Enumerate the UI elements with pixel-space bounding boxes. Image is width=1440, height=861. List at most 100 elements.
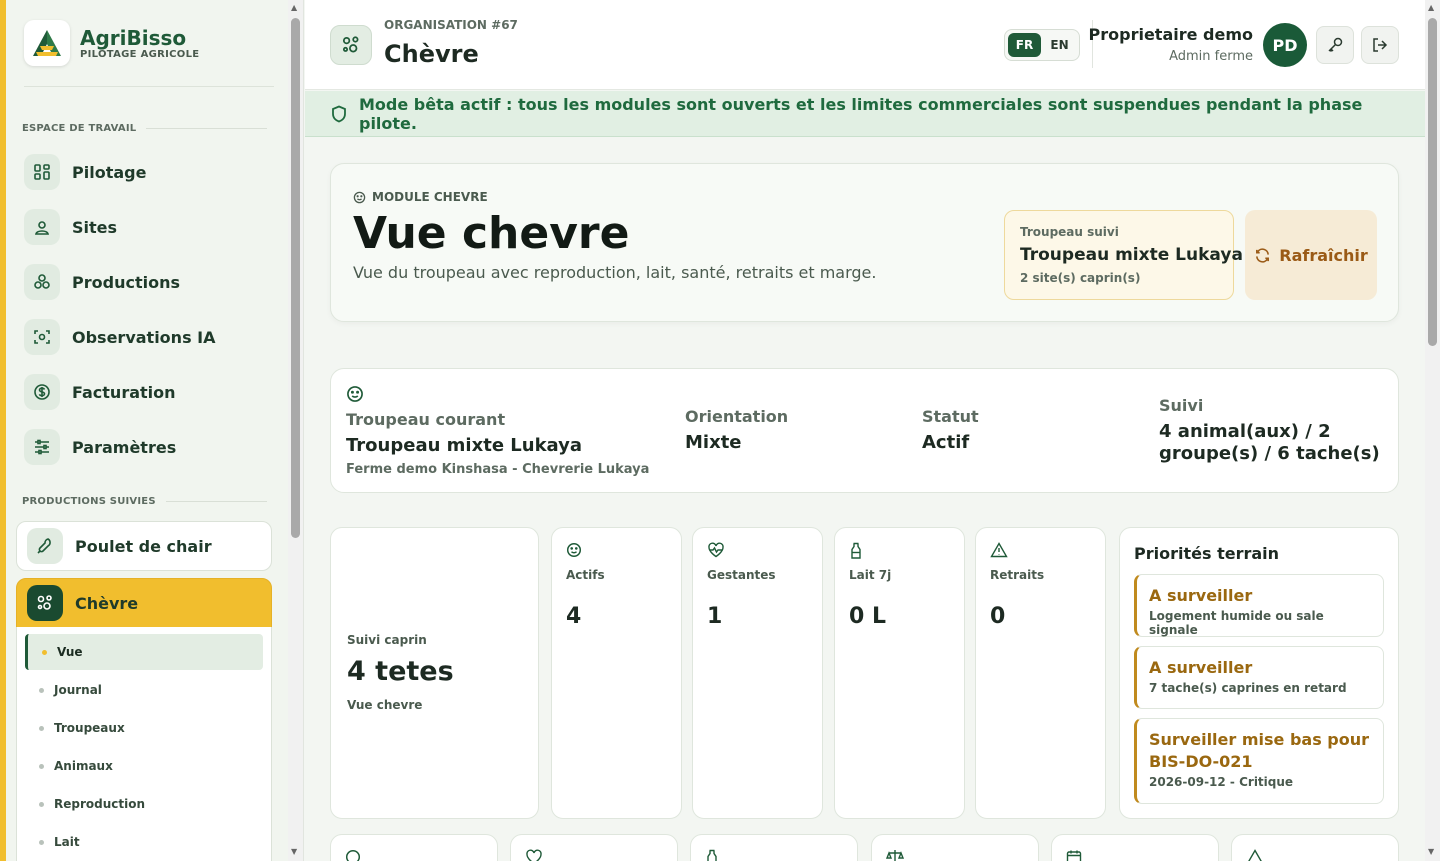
nav-label: Productions [72, 272, 180, 292]
submenu-label: Lait [54, 835, 80, 849]
beta-message: Mode bêta actif : tous les modules sont … [358, 94, 1363, 133]
sidebar-scroll-thumb[interactable] [291, 18, 300, 538]
submenu-item-animaux[interactable]: Animaux [25, 748, 263, 784]
lower-card [690, 834, 858, 861]
chicken-icon [27, 528, 63, 564]
production-poulet-de-chair[interactable]: Poulet de chair [16, 521, 272, 571]
lang-en-button[interactable]: EN [1043, 33, 1076, 57]
warning-icon [1248, 849, 1262, 861]
lang-fr-button[interactable]: FR [1008, 33, 1041, 57]
refresh-button[interactable]: Rafraîchir [1245, 210, 1377, 300]
priority-item[interactable]: A surveiller 7 tache(s) caprines en reta… [1134, 646, 1384, 709]
bullet [39, 839, 44, 845]
summary-card: Suivi caprin 4 tetes Vue chevre [330, 527, 539, 819]
current-herd-value: Troupeau mixte Lukaya [346, 435, 583, 456]
nav-label: Sites [72, 217, 118, 237]
nav-item-observations[interactable]: Observations IA [24, 315, 274, 359]
sliders-icon [24, 429, 60, 465]
scale-icon [886, 850, 904, 861]
submenu-label: Reproduction [54, 797, 146, 811]
tracking-value: 4 animal(aux) / 2 groupe(s) / 6 tache(s) [1159, 421, 1380, 465]
nav-label: Facturation [72, 382, 176, 402]
stat-card-actifs: Actifs 4 [551, 527, 682, 819]
scroll-down-icon[interactable]: ▼ [1428, 847, 1434, 856]
stat-label: Actifs [566, 568, 605, 582]
avatar[interactable]: PD [1263, 23, 1307, 67]
nav-item-pilotage[interactable]: Pilotage [24, 150, 274, 194]
submenu-label: Troupeaux [54, 721, 125, 735]
status-value: Actif [922, 432, 970, 453]
user-name: Proprietaire demo [1088, 25, 1254, 44]
nav-item-parametres[interactable]: Paramètres [24, 425, 274, 469]
production-chevre[interactable]: Chèvre [16, 578, 272, 628]
lower-card [510, 834, 678, 861]
priority-item[interactable]: Surveiller mise bas pour BIS-DO-021 2026… [1134, 718, 1384, 804]
smile-icon [566, 542, 582, 558]
goat-icon [330, 25, 372, 65]
brand-subtitle: PILOTAGE AGRICOLE [80, 48, 200, 60]
sidebar-scrollbar[interactable]: ▲ ▼ [288, 0, 304, 861]
priority-item[interactable]: A surveiller Logement humide ou sale sig… [1134, 574, 1384, 637]
submenu-item-vue[interactable]: Vue [25, 634, 263, 670]
scan-icon [24, 319, 60, 355]
submenu-item-reproduction[interactable]: Reproduction [25, 786, 263, 822]
submenu-item-journal[interactable]: Journal [25, 672, 263, 708]
lower-card [330, 834, 498, 861]
main-scroll-thumb[interactable] [1428, 18, 1437, 346]
production-icon [24, 264, 60, 300]
tracking-line: groupe(s) / 6 tache(s) [1159, 443, 1380, 464]
submenu-label: Vue [57, 645, 83, 659]
top-bar: ORGANISATION #67 Chèvre FR EN Proprietai… [305, 0, 1425, 90]
production-label: Chèvre [75, 593, 139, 613]
priority-title: A surveiller [1149, 658, 1253, 677]
status-label: Statut [922, 407, 979, 426]
shield-icon [332, 105, 346, 122]
stat-label: Retraits [990, 568, 1045, 582]
module-tag-label: MODULE CHEVRE [372, 190, 488, 204]
nav-item-facturation[interactable]: Facturation [24, 370, 274, 414]
nav-label: Observations IA [72, 327, 216, 347]
priority-title: A surveiller [1149, 586, 1253, 605]
stat-value: 4 [566, 604, 582, 629]
brand-name: AgriBisso [80, 25, 187, 50]
bottle-icon [851, 542, 861, 559]
submenu-item-lait[interactable]: Lait [25, 824, 263, 860]
stat-value: 0 L [849, 604, 886, 629]
brand[interactable]: AgriBisso PILOTAGE AGRICOLE [24, 20, 274, 87]
orientation: Orientation Mixte [685, 407, 788, 453]
nav-item-productions[interactable]: Productions [24, 260, 274, 304]
main-scrollbar[interactable]: ▲ ▼ [1425, 0, 1440, 861]
heart-pulse-icon [708, 542, 724, 558]
summary-sub: Vue chevre [347, 698, 423, 712]
key-button[interactable] [1316, 26, 1354, 64]
stat-card-retraits: Retraits 0 [975, 527, 1106, 819]
smile-icon [347, 386, 363, 402]
submenu-item-troupeaux[interactable]: Troupeaux [25, 710, 263, 746]
scroll-down-icon[interactable]: ▼ [291, 847, 297, 856]
bullet [39, 763, 44, 769]
tracked-herd-card[interactable]: Troupeau suivi Troupeau mixte Lukaya 2 s… [1004, 210, 1243, 300]
current-herd: Troupeau courant Troupeau mixte Lukaya F… [346, 410, 649, 477]
lower-card [871, 834, 1039, 861]
priority-title: Surveiller mise bas pour BIS-DO-021 [1149, 730, 1370, 771]
orientation-label: Orientation [685, 407, 789, 426]
main-content: ORGANISATION #67 Chèvre FR EN Proprietai… [305, 0, 1425, 861]
priority-detail: Logement humide ou sale signale [1149, 609, 1324, 637]
nav-label: Paramètres [72, 437, 177, 457]
language-switch[interactable]: FR EN [1004, 29, 1080, 61]
scroll-up-icon[interactable]: ▲ [1428, 3, 1434, 12]
logout-button[interactable] [1361, 26, 1399, 64]
bullet [39, 687, 44, 693]
tracked-herd-sites: 2 site(s) caprin(s) [1020, 271, 1141, 285]
smile-icon [345, 849, 361, 861]
stat-label: Gestantes [707, 568, 776, 582]
summary-value: 4 tetes [347, 656, 454, 687]
key-icon [1328, 37, 1343, 53]
organisation-label: ORGANISATION #67 [384, 18, 518, 32]
sidebar: AgriBisso PILOTAGE AGRICOLE ESPACE DE TR… [0, 0, 288, 861]
summary-label: Suivi caprin [347, 633, 427, 647]
nav-item-sites[interactable]: Sites [24, 205, 274, 249]
tracking: Suivi 4 animal(aux) / 2 groupe(s) / 6 ta… [1159, 396, 1380, 465]
module-tag: MODULE CHEVRE [353, 190, 488, 204]
scroll-up-icon[interactable]: ▲ [291, 3, 297, 12]
